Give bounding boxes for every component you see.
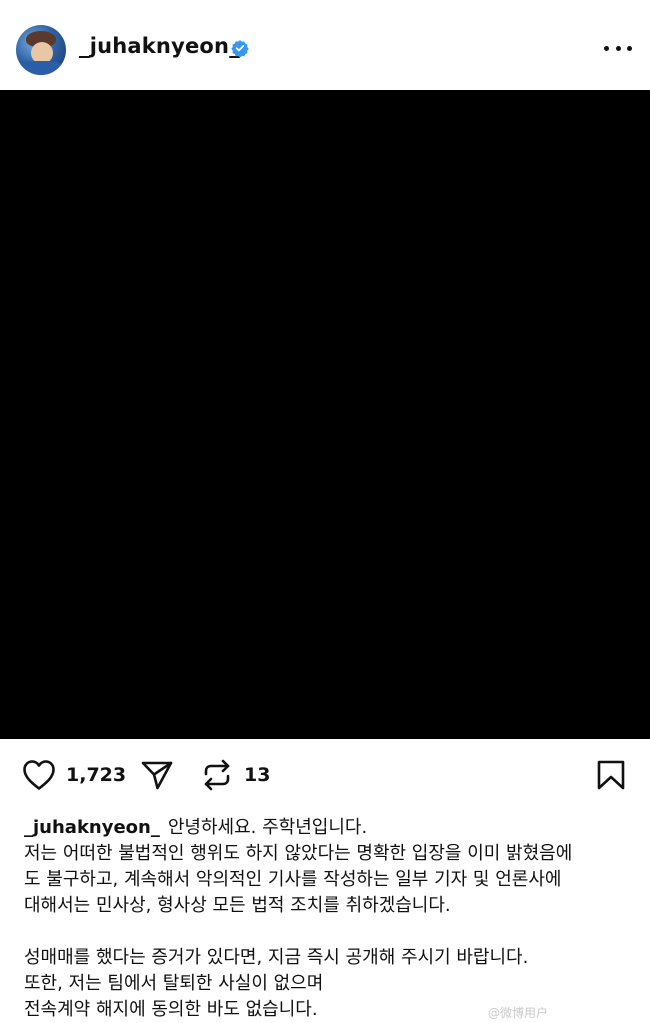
avatar[interactable] — [16, 25, 66, 75]
caption-line: 도 불구하고, 계속해서 악의적인 기사를 작성하는 일부 기자 및 언론사에 — [24, 869, 562, 890]
repost-count[interactable]: 13 — [244, 764, 270, 786]
post-username[interactable]: _juhaknyeon_ — [79, 34, 240, 58]
caption-line: 저는 어떠한 불법적인 행위도 하지 않았다는 명확한 입장을 이미 밝혔음에 — [24, 843, 573, 864]
post-actions: 1,723 13 — [0, 745, 650, 805]
heart-icon — [23, 760, 55, 790]
avatar-shirt — [16, 61, 66, 75]
post-caption: _juhaknyeon_ 안녕하세요. 주학년입니다. 저는 어떠한 불법적인 행… — [24, 815, 634, 1023]
bookmark-icon — [597, 760, 625, 790]
save-button[interactable] — [596, 759, 626, 791]
like-count[interactable]: 1,723 — [66, 764, 126, 786]
more-dot — [627, 45, 632, 51]
caption-line: 또한, 저는 팀에서 탈퇴한 사실이 없으며 — [24, 973, 324, 994]
more-dot — [615, 45, 621, 51]
watermark: @微博用户 — [488, 1006, 549, 1020]
caption-text: 안녕하세요. 주학년입니다. — [167, 817, 368, 838]
caption-line: _juhaknyeon_ 안녕하세요. 주학년입니다. — [24, 815, 634, 841]
more-dot — [604, 45, 609, 51]
verified-badge-icon — [231, 40, 249, 57]
like-button[interactable]: 1,723 — [22, 759, 126, 791]
post-header: _juhaknyeon_ — [0, 0, 650, 90]
caption-username[interactable]: _juhaknyeon_ — [24, 817, 160, 838]
send-icon — [141, 761, 173, 790]
caption-line: 대해서는 민사상, 형사상 모든 법적 조치를 취하겠습니다. — [24, 895, 451, 916]
repost-button[interactable]: 13 — [200, 759, 270, 791]
post-media[interactable] — [0, 90, 650, 739]
caption-line: 성매매를 했다는 증거가 있다면, 지금 즉시 공개해 주시기 바랍니다. — [24, 947, 529, 968]
repost-icon — [204, 759, 230, 791]
share-button[interactable] — [140, 759, 174, 791]
more-options-icon[interactable] — [604, 36, 632, 60]
